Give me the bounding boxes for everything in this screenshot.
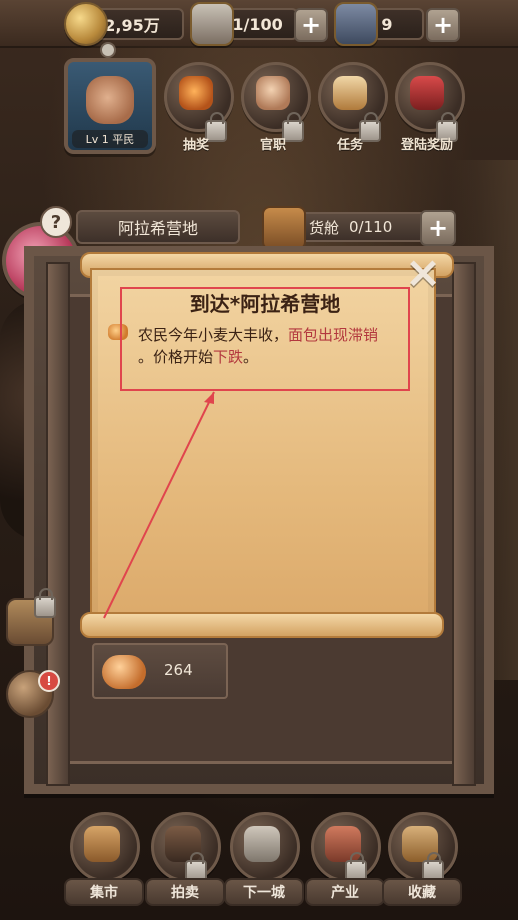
nav-collection[interactable]: 收藏	[382, 812, 462, 908]
nav-industry-label: 产业	[305, 878, 385, 906]
nav-next-city[interactable]: 下一城	[224, 812, 304, 908]
market-icon	[84, 826, 120, 862]
nav-industry[interactable]: 产业	[305, 812, 385, 908]
annotation-arrow	[103, 391, 215, 619]
item-quantity: 264	[164, 661, 193, 679]
inventory-item-bread[interactable]: 264	[92, 643, 228, 699]
nav-next-city-label: 下一城	[224, 878, 304, 906]
castle-icon	[244, 826, 280, 862]
nav-collection-label: 收藏	[382, 878, 462, 906]
nav-auction[interactable]: 拍卖	[145, 812, 225, 908]
lock-icon	[34, 588, 56, 618]
nav-auction-label: 拍卖	[145, 878, 225, 906]
nav-market[interactable]: 集市	[64, 812, 144, 908]
bread-icon	[102, 655, 146, 689]
nav-market-label: 集市	[64, 878, 144, 906]
notification-badge: !	[38, 670, 60, 692]
